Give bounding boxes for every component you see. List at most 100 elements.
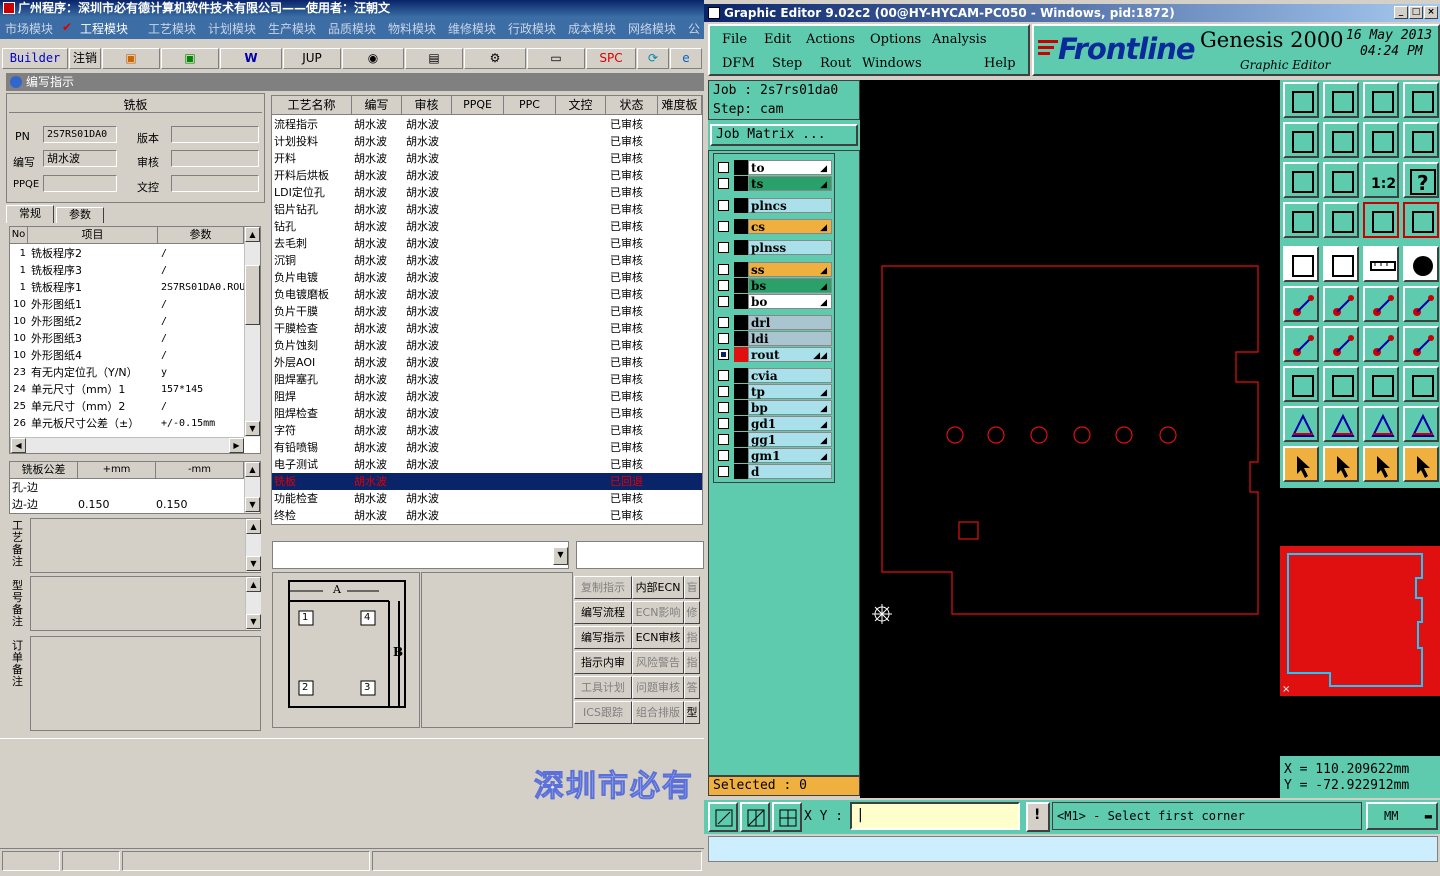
menu-admin[interactable]: 行政模块 [508,20,556,37]
action-button[interactable]: 复制指示 [574,576,632,599]
save-job-icon[interactable] [1323,82,1359,118]
layer-name[interactable]: bp ◢ [748,400,832,415]
table-row[interactable]: 1 铣板程序3/ [10,262,244,279]
scroll-left-icon[interactable]: ◀ [11,438,26,453]
action-button[interactable]: 指示内审 [574,651,632,674]
layer-color-swatch[interactable] [734,262,748,277]
table-row[interactable]: 流程指示 胡水波 胡水波 已审核 [272,116,702,133]
layer-checkbox[interactable] [718,162,729,173]
help-icon[interactable]: ? [1403,162,1439,198]
layer-row[interactable]: plncs [714,198,834,213]
layer-color-swatch[interactable] [734,294,748,309]
units-select[interactable]: MM ▬ [1366,802,1438,830]
measure-a-icon[interactable] [1363,406,1399,442]
cross-icon[interactable] [1323,366,1359,402]
model-note-field[interactable]: ▲ ▼ [30,576,261,631]
word-icon[interactable]: W [220,48,282,69]
table-row[interactable]: 边-边 0.150 0.150 [10,496,244,513]
jup-button[interactable]: JUP [283,48,341,69]
menu-more[interactable]: 公 [688,20,700,37]
action-button[interactable]: ICS跟踪 [574,701,632,724]
param-vscroll[interactable]: ▲ ▼ [244,227,260,437]
action-button[interactable]: 指 [684,626,700,649]
scroll-right-icon[interactable]: ▶ [229,438,244,453]
table-row[interactable]: 负电镀磨板 胡水波 胡水波 已审核 [272,286,702,303]
action-button[interactable]: 盲 [684,576,700,599]
table-row[interactable]: 负片电镀 胡水波 胡水波 已审核 [272,269,702,286]
ppt-icon[interactable]: ▣ [102,48,160,69]
snap-icon[interactable] [1283,366,1319,402]
overview-map[interactable]: × [1280,488,1440,756]
refresh-icon[interactable]: ⟳ [637,48,669,69]
table-row[interactable]: 1 铣板程序1 2S7RS01DA0.ROU [10,279,244,296]
table-row[interactable]: 10 外形图纸2/ [10,313,244,330]
layer-checkbox[interactable] [718,434,729,445]
order-note-field[interactable] [30,636,261,731]
menu-market[interactable]: 市场模块 [5,20,53,37]
layer-color-swatch[interactable] [734,347,748,362]
table-row[interactable]: 开料后烘板 胡水波 胡水波 已审核 [272,167,702,184]
table-row[interactable]: 沉铜 胡水波 胡水波 已审核 [272,252,702,269]
layer-row[interactable]: cs ◢ [714,219,834,234]
triangle-icon[interactable] [1283,406,1319,442]
resize-icon[interactable] [1363,366,1399,402]
layer-checkbox[interactable] [718,466,729,477]
layer-row[interactable]: d [714,464,834,479]
table-row[interactable]: 字符 胡水波 胡水波 已审核 [272,422,702,439]
table-row[interactable]: 25 单元尺寸（mm）2/ [10,398,244,415]
table-row[interactable]: 计划投料 胡水波 胡水波 已审核 [272,133,702,150]
align-icon[interactable] [1403,326,1439,362]
layer-checkbox[interactable] [718,450,729,461]
layer-name[interactable]: drl [748,315,832,330]
table-row[interactable]: 电子测试 胡水波 胡水波 已审核 [272,456,702,473]
layer-row[interactable]: gm1 ◢ [714,448,834,463]
settings-icon[interactable] [1283,202,1319,238]
table-row[interactable]: 10 外形图纸1/ [10,296,244,313]
layer-checkbox[interactable] [718,221,729,232]
layer-row[interactable]: to ◢ [714,160,834,175]
action-button[interactable]: 指 [684,651,700,674]
layer-checkbox[interactable] [718,178,729,189]
home-icon[interactable] [1363,82,1399,118]
layer-checkbox[interactable] [718,317,729,328]
tol-vscroll[interactable]: ▲ ▼ [244,462,260,513]
action-button[interactable]: 内部ECN [632,576,684,599]
graphic-canvas[interactable] [860,80,1280,798]
param-hscroll[interactable]: ◀ ▶ [10,437,244,453]
layer-color-swatch[interactable] [734,368,748,383]
scroll-down-icon[interactable]: ▼ [245,421,260,436]
menu-maintenance[interactable]: 维修模块 [448,20,496,37]
layer-name[interactable]: ldi [748,331,832,346]
menu-step[interactable]: Step [772,56,802,71]
layer-name[interactable]: ts ◢ [748,176,832,191]
layer-name[interactable]: cvia [748,368,832,383]
action-button[interactable]: 编写指示 [574,626,632,649]
action-button[interactable]: 风险警告 [632,651,684,674]
layer-row[interactable]: gd1 ◢ [714,416,834,431]
layer-color-swatch[interactable] [734,240,748,255]
select-all-icon[interactable] [1363,446,1399,482]
table-row[interactable]: 负片干膜 胡水波 胡水波 已审核 [272,303,702,320]
database-icon[interactable]: ▤ [405,48,463,69]
job-matrix-button[interactable]: Job Matrix ... [710,124,858,146]
layer-color-swatch[interactable] [734,331,748,346]
layer-checkbox[interactable] [718,333,729,344]
layer-row[interactable]: bp ◢ [714,400,834,415]
zoom-out-icon[interactable] [1283,122,1319,158]
table-row[interactable]: 去毛刺 胡水波 胡水波 已审核 [272,235,702,252]
layer-name[interactable]: bo ◢ [748,294,832,309]
layer-row[interactable]: cvia [714,368,834,383]
tab-general[interactable]: 常规 [6,205,54,223]
scroll-thumb[interactable] [245,265,260,325]
layer-row[interactable]: drl [714,315,834,330]
layer-select-icon[interactable] [1403,202,1439,238]
circle-icon[interactable] [1403,246,1439,282]
layer-color-swatch[interactable] [734,278,748,293]
pan-icon[interactable] [1323,162,1359,198]
action-button[interactable]: ECN影响 [632,601,684,624]
layer-row[interactable]: plnss [714,240,834,255]
scroll-down-icon[interactable]: ▼ [246,614,261,629]
menu-production[interactable]: 生产模块 [268,20,316,37]
pad-icon[interactable] [1283,246,1319,282]
scroll-up-icon[interactable]: ▲ [246,519,261,534]
